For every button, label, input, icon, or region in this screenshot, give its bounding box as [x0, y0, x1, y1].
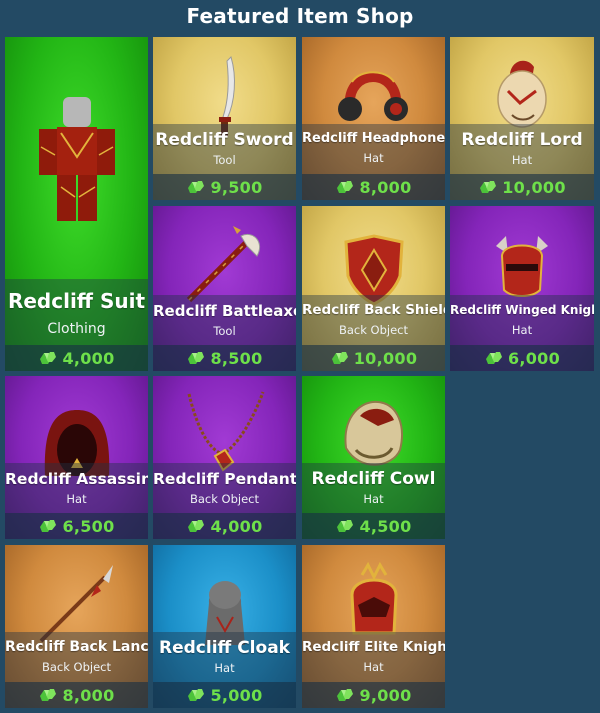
item-price: 4,500 [359, 516, 412, 536]
cloak-icon [205, 581, 245, 645]
item-type: Tool [213, 324, 236, 338]
item-name: Redcliff Battleaxe [153, 302, 296, 320]
item-price: 6,000 [507, 348, 561, 368]
price-bar: 8,000 [5, 682, 148, 708]
price-bar: 6,000 [450, 345, 594, 371]
item-card-redcliff-lord[interactable]: Redcliff Lord Hat 10,000 [450, 37, 594, 200]
price-bar: 6,500 [5, 513, 148, 539]
shield-icon [344, 234, 404, 306]
item-type: Back Object [189, 492, 260, 506]
item-card-redcliff-elite-knight[interactable]: Redcliff Elite Knight Hat 9,000 [302, 545, 445, 708]
lance-icon [39, 565, 113, 643]
item-name: Redcliff Winged Knight [450, 303, 594, 317]
gems-icon [188, 689, 205, 701]
price-bar: 9,500 [153, 174, 296, 200]
item-price: 9,000 [359, 685, 412, 705]
item-card-redcliff-cloak[interactable]: Redcliff Cloak Hat 5,000 [153, 545, 296, 708]
item-price: 8,000 [62, 685, 115, 705]
item-price: 8,000 [359, 177, 412, 197]
price-bar: 10,000 [450, 174, 594, 200]
item-type: Tool [213, 153, 236, 167]
price-bar: 8,000 [302, 174, 445, 200]
item-type: Hat [214, 661, 235, 675]
price-bar: 8,500 [153, 345, 296, 371]
item-price: 4,000 [210, 516, 263, 536]
gems-icon [188, 520, 205, 532]
elite-helmet-icon [350, 561, 398, 635]
helmet-icon [497, 60, 547, 128]
item-price: 8,500 [210, 348, 263, 368]
item-card-redcliff-suit[interactable]: Redcliff Suit Clothing 4,000 [5, 37, 148, 371]
gems-icon [188, 352, 205, 364]
gems-icon [480, 181, 497, 193]
price-bar: 10,000 [302, 345, 445, 371]
item-type: Hat [66, 492, 87, 506]
price-bar: 5,000 [153, 682, 296, 708]
price-bar: 4,000 [5, 345, 148, 371]
gems-icon [337, 181, 354, 193]
item-price: 10,000 [353, 348, 418, 368]
item-name: Redcliff Lord [461, 130, 583, 150]
item-name: Redcliff Headphones [302, 131, 445, 146]
item-type: Hat [511, 153, 533, 167]
pendant-icon [187, 391, 265, 472]
gems-icon [485, 352, 502, 364]
headphones-icon [338, 71, 408, 121]
item-card-redcliff-assassin[interactable]: Redcliff Assassin Hat 6,500 [5, 376, 148, 539]
item-price: 9,500 [210, 177, 263, 197]
gems-icon [337, 689, 354, 701]
item-type: Hat [363, 660, 384, 674]
item-name: Redcliff Back Shield [302, 302, 445, 318]
sword-icon [219, 56, 235, 136]
item-type: Hat [363, 151, 384, 165]
gems-icon [40, 352, 57, 364]
gems-icon [337, 520, 354, 532]
winged-helmet-icon [496, 236, 548, 297]
item-card-redcliff-headphones[interactable]: Redcliff Headphones Hat 8,000 [302, 37, 445, 200]
item-name: Redcliff Pendant [153, 470, 296, 488]
item-card-redcliff-back-shield[interactable]: Redcliff Back Shield Back Object 10,000 [302, 206, 445, 371]
item-card-redcliff-back-lance[interactable]: Redcliff Back Lance Back Object 8,000 [5, 545, 148, 708]
item-name: Redcliff Suit [7, 289, 146, 313]
item-type: Hat [363, 492, 384, 506]
gems-icon [40, 520, 57, 532]
item-type: Back Object [338, 323, 409, 337]
item-name: Redcliff Cloak [159, 638, 290, 658]
item-name: Redcliff Elite Knight [302, 639, 445, 655]
price-bar: 9,000 [302, 682, 445, 708]
item-card-redcliff-cowl[interactable]: Redcliff Cowl Hat 4,500 [302, 376, 445, 539]
item-type: Clothing [47, 321, 106, 337]
item-name: Redcliff Back Lance [5, 639, 148, 655]
item-price: 6,500 [62, 516, 115, 536]
item-type: Back Object [41, 660, 112, 674]
price-bar: 4,000 [153, 513, 296, 539]
gems-icon [331, 352, 348, 364]
item-card-redcliff-battleaxe[interactable]: Redcliff Battleaxe Tool 8,500 [153, 206, 296, 371]
item-type: Hat [511, 323, 533, 337]
price-bar: 4,500 [302, 513, 445, 539]
page-title: Featured Item Shop [186, 4, 414, 28]
item-price: 5,000 [210, 685, 263, 705]
hood-icon [44, 410, 110, 476]
item-card-redcliff-pendant[interactable]: Redcliff Pendant Back Object 4,000 [153, 376, 296, 539]
battleaxe-icon [186, 226, 261, 303]
redcliff-suit-icon [39, 97, 115, 221]
item-name: Redcliff Cowl [311, 469, 436, 489]
item-card-redcliff-winged-knight[interactable]: Redcliff Winged Knight Hat 6,000 [450, 206, 594, 371]
cowl-icon [344, 400, 403, 466]
item-name: Redcliff Sword [155, 130, 294, 150]
gems-icon [40, 689, 57, 701]
item-card-redcliff-sword[interactable]: Redcliff Sword Tool 9,500 [153, 37, 296, 200]
item-price: 4,000 [62, 348, 115, 368]
item-name: Redcliff Assassin [5, 470, 148, 488]
item-price: 10,000 [502, 177, 566, 197]
gems-icon [188, 181, 205, 193]
